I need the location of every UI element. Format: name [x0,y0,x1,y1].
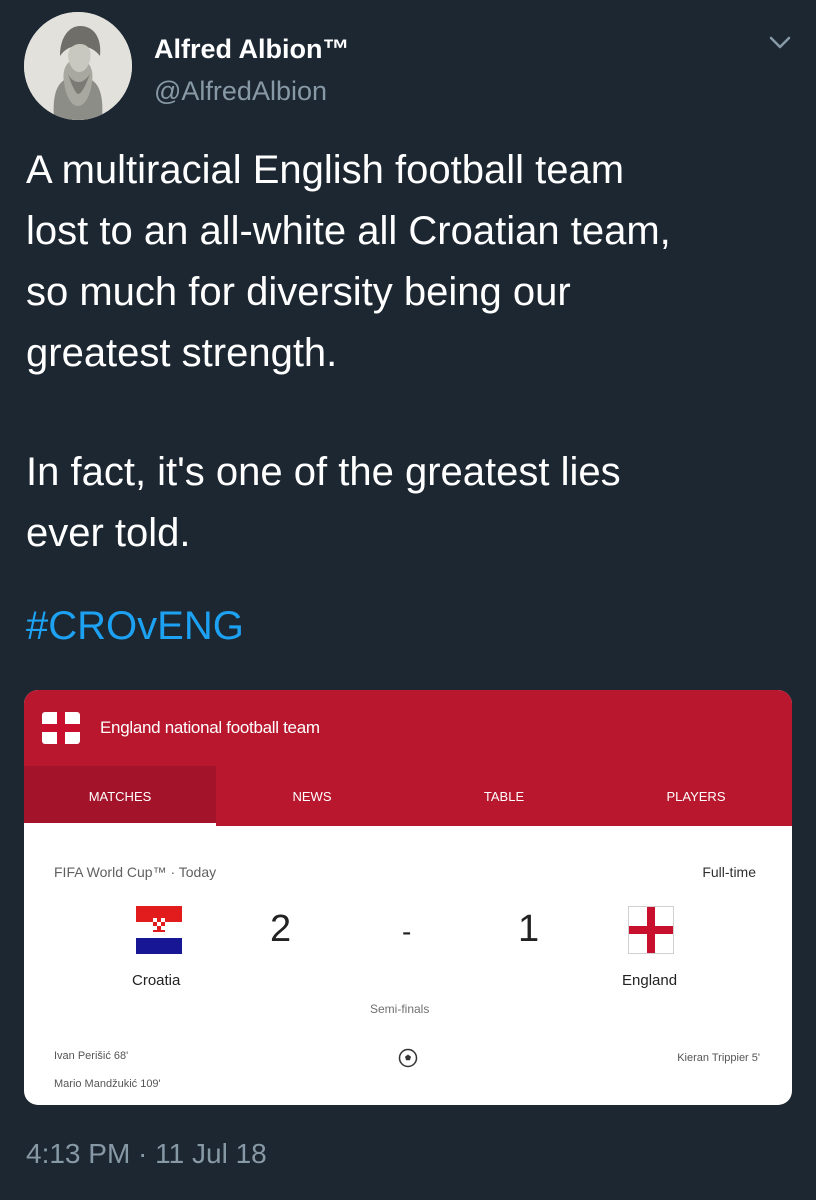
tab-players[interactable]: PLAYERS [600,766,792,826]
chevron-down-icon[interactable] [766,28,794,56]
card-header: England national football team MATCHES N… [24,690,792,826]
tweet-timestamp[interactable]: 4:13 PM · 11 Jul 18 [26,1138,267,1170]
card-tabs: MATCHES NEWS TABLE PLAYERS [24,766,792,826]
tweet-text: A multiracial English football team lost… [26,140,786,564]
home-team-name: Croatia [132,972,181,989]
embedded-scorecard-image[interactable]: England national football team MATCHES N… [24,690,792,1105]
tweet-paragraph: A multiracial English football team lost… [26,148,671,375]
score-separator: - [402,916,412,947]
home-scorer: Mario Mandžukić 109' [54,1078,161,1090]
croatia-flag-icon [136,906,182,954]
tab-matches[interactable]: MATCHES [24,766,216,826]
user-display-name[interactable]: Alfred Albion™ [154,34,350,65]
away-score: 1 [518,908,540,950]
avatar[interactable] [24,12,132,120]
card-title: England national football team [100,718,320,737]
football-icon [398,1048,418,1068]
away-scorer: Kieran Trippier 5' [677,1052,760,1064]
away-team-name: England [622,972,678,989]
tweet-paragraph: In fact, it's one of the greatest lies e… [26,450,621,555]
tab-table[interactable]: TABLE [408,766,600,826]
user-handle[interactable]: @AlfredAlbion [154,76,327,107]
home-score: 2 [270,908,292,950]
hashtag-link[interactable]: #CROvENG [26,604,244,649]
match-stage: Semi-finals [370,1002,430,1016]
home-scorer: Ivan Perišić 68' [54,1050,129,1062]
england-flag-icon [628,906,674,954]
tab-news[interactable]: NEWS [216,766,408,826]
match-status: Full-time [702,864,756,880]
competition-label: FIFA World Cup™ · Today [54,864,217,880]
tweet-header: Alfred Albion™ @AlfredAlbion [24,12,794,120]
england-flag-icon [42,712,80,744]
